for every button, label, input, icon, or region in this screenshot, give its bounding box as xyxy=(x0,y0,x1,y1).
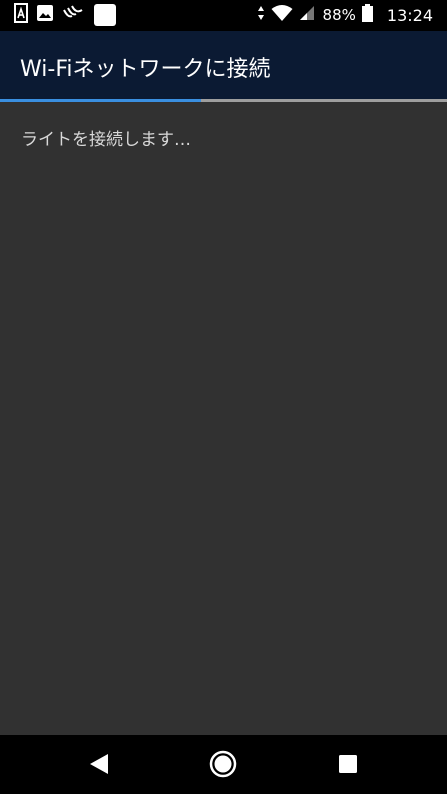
status-bar: 88% 13:24 xyxy=(0,0,447,31)
image-icon xyxy=(36,4,54,26)
page-title: Wi-Fiネットワークに接続 xyxy=(20,57,271,82)
status-indicators: 88% 13:24 xyxy=(257,4,433,26)
clock: 13:24 xyxy=(386,5,433,25)
app-bar: Wi-Fiネットワークに接続 xyxy=(0,31,447,99)
recents-square-icon xyxy=(339,755,357,773)
app-notification-square-icon xyxy=(94,4,116,26)
sim-icon xyxy=(14,3,28,27)
recents-button[interactable] xyxy=(333,749,363,779)
connecting-message: ライトを接続します… xyxy=(21,130,191,150)
app-notification-icon xyxy=(62,4,86,26)
data-arrows-icon xyxy=(257,5,265,25)
back-button[interactable] xyxy=(84,749,114,779)
status-notifications xyxy=(14,3,116,27)
wifi-icon xyxy=(271,4,293,26)
battery-icon xyxy=(361,4,373,26)
home-button[interactable] xyxy=(208,749,238,779)
progress-bar xyxy=(0,99,447,102)
battery-percent: 88% xyxy=(322,6,356,24)
progress-bar-fill xyxy=(0,99,202,102)
back-triangle-icon xyxy=(90,754,108,774)
navigation-bar xyxy=(0,735,447,794)
home-circle-icon xyxy=(209,750,237,778)
cell-signal-icon xyxy=(299,5,315,25)
